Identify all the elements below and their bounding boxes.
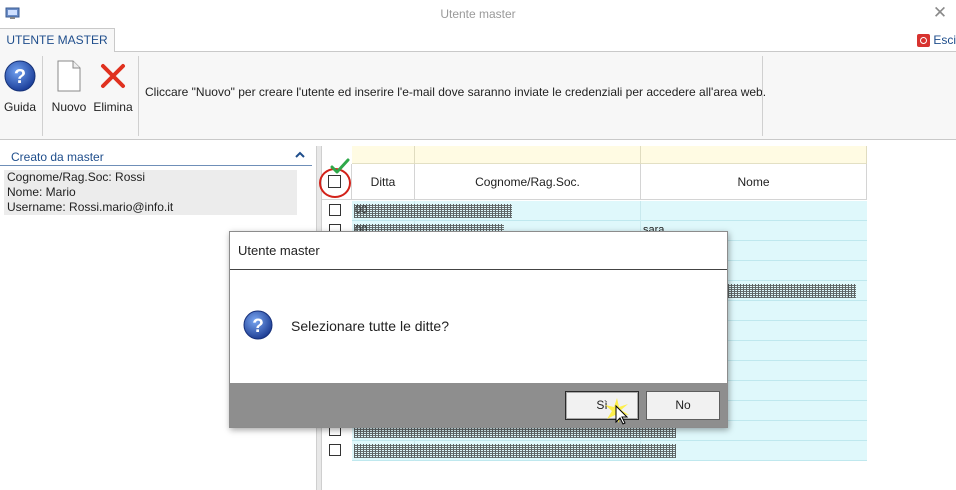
dialog-title: Utente master xyxy=(238,243,320,258)
info-name: Nome: Mario xyxy=(7,185,76,199)
ribbon-separator xyxy=(42,56,43,136)
ribbon-separator xyxy=(138,56,139,136)
table-row[interactable]: 00 xyxy=(322,201,867,221)
delete-x-icon xyxy=(101,64,125,88)
help-label: Guida xyxy=(3,100,37,114)
chevron-up-icon[interactable] xyxy=(294,149,306,161)
grid-filter-row[interactable] xyxy=(352,146,867,164)
svg-text:?: ? xyxy=(14,66,26,88)
column-header-nome[interactable]: Nome xyxy=(641,164,867,200)
title-bar: Utente master ✕ xyxy=(0,0,956,28)
select-all-checkbox[interactable] xyxy=(328,175,341,188)
window-title: Utente master xyxy=(440,7,516,21)
grid-header: Ditta Cognome/Rag.Soc. Nome xyxy=(319,158,867,200)
user-info-box: Cognome/Rag.Soc: Rossi Nome: Mario Usern… xyxy=(4,170,297,215)
redacted-text xyxy=(354,444,676,458)
row-data xyxy=(352,441,867,461)
row-checkbox[interactable] xyxy=(329,204,341,216)
redacted-text xyxy=(728,284,856,298)
new-button[interactable]: Nuovo xyxy=(49,58,89,118)
dialog-message: Selezionare tutte le ditte? xyxy=(291,318,449,334)
dialog-footer: Sì No xyxy=(230,383,727,427)
help-button[interactable]: ? Guida xyxy=(2,58,38,118)
tab-utente-master[interactable]: UTENTE MASTER xyxy=(0,28,115,53)
column-header-ditta[interactable]: Ditta xyxy=(352,164,415,200)
delete-label: Elimina xyxy=(93,100,133,114)
ribbon-info-text: Cliccare "Nuovo" per creare l'utente ed … xyxy=(145,85,767,99)
panel-header[interactable]: Creato da master xyxy=(0,146,312,166)
power-icon xyxy=(917,33,931,47)
exit-label: Esci xyxy=(933,33,956,47)
close-icon[interactable]: ✕ xyxy=(930,3,950,23)
green-check-icon xyxy=(330,158,350,174)
row-checkbox[interactable] xyxy=(329,444,341,456)
column-header-cognome[interactable]: Cognome/Rag.Soc. xyxy=(415,164,641,200)
app-window: Utente master ✕ UTENTE MASTER Esci ? Gui… xyxy=(0,0,956,490)
ribbon-separator xyxy=(762,56,763,136)
ribbon-tab-row: UTENTE MASTER Esci xyxy=(0,28,956,53)
no-button[interactable]: No xyxy=(646,391,720,420)
delete-button[interactable]: Elimina xyxy=(92,58,134,118)
dialog-body: ? Selezionare tutte le ditte? xyxy=(230,270,727,383)
redacted-text xyxy=(354,204,512,218)
confirm-dialog: Utente master ? Selezionare tutte le dit… xyxy=(229,231,728,428)
svg-text:?: ? xyxy=(252,316,264,337)
ribbon: ? Guida Nuovo Elimina Cliccare "Nuovo" p… xyxy=(0,52,956,140)
row-data: 00 xyxy=(352,201,867,221)
panel-title: Creato da master xyxy=(11,150,104,164)
row-checkbox-cell xyxy=(322,441,352,461)
info-username: Username: Rossi.mario@info.it xyxy=(7,200,174,214)
info-surname: Cognome/Rag.Soc: Rossi xyxy=(7,170,146,184)
exit-button[interactable]: Esci xyxy=(917,32,956,48)
new-label: Nuovo xyxy=(51,100,87,114)
table-row[interactable] xyxy=(322,441,867,461)
help-icon: ? xyxy=(4,60,36,92)
row-checkbox-cell xyxy=(322,201,352,221)
select-all-cell[interactable] xyxy=(319,158,352,200)
mouse-cursor-icon xyxy=(605,398,629,425)
question-icon: ? xyxy=(243,310,273,340)
new-document-icon xyxy=(57,60,81,92)
